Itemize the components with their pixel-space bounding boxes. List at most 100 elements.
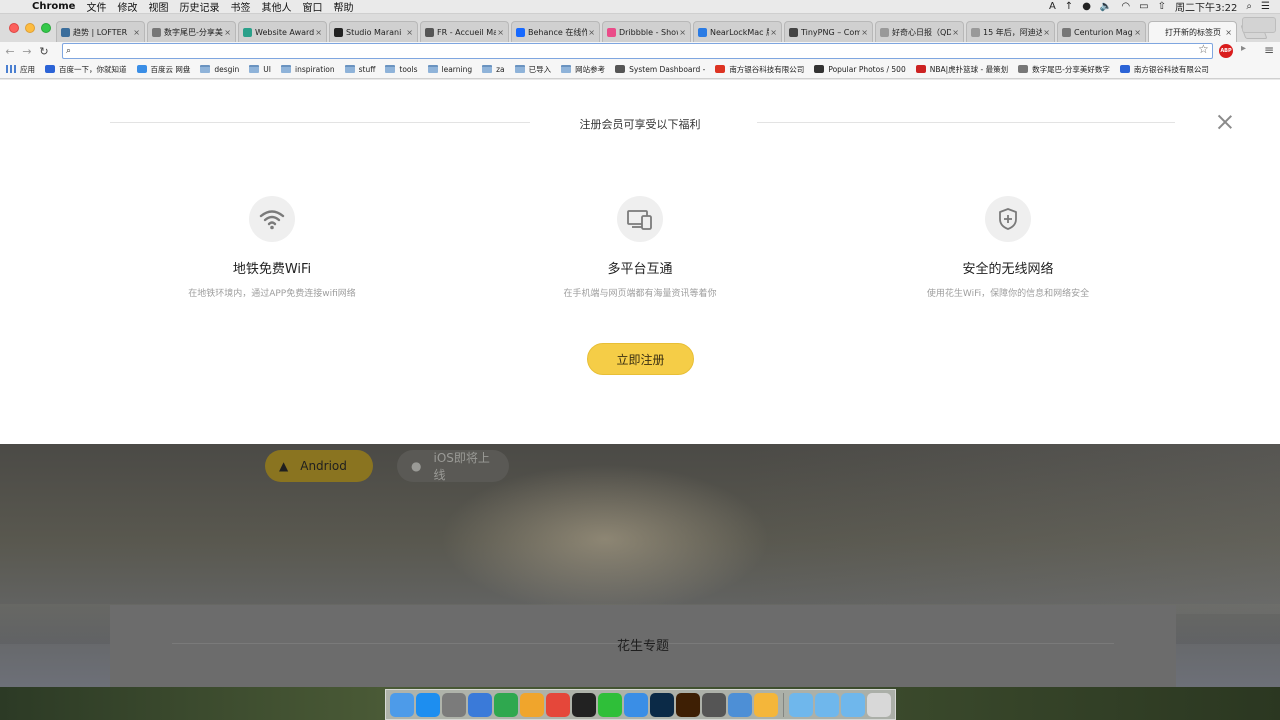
browser-tab[interactable]: 打开新的标签页 × <box>1148 21 1237 42</box>
tab-close-icon[interactable]: × <box>132 28 140 37</box>
minimize-window-button[interactable] <box>25 23 35 33</box>
bookmark-item[interactable]: 数字尾巴-分享美好数字 <box>1018 64 1110 75</box>
fullscreen-window-button[interactable] <box>41 23 51 33</box>
menu-history[interactable]: 历史记录 <box>175 0 226 14</box>
back-icon[interactable]: ← <box>3 45 17 58</box>
bookmark-item[interactable]: NBA|虎扑篮球 - 最策划 <box>915 64 1008 75</box>
downloads-folder-icon[interactable] <box>841 692 865 717</box>
menu-people[interactable]: 其他人 <box>257 0 298 14</box>
bookmark-item[interactable]: 南方银谷科技有限公司 <box>715 64 804 75</box>
tab-close-icon[interactable]: × <box>314 28 322 37</box>
bookmark-star-icon[interactable]: ☆ <box>1198 42 1209 56</box>
bookmark-folder[interactable]: UI <box>249 65 271 74</box>
ios-coming-soon-button[interactable]: ● iOS即将上线 <box>397 450 509 482</box>
forward-icon[interactable]: → <box>20 45 34 58</box>
tab-close-icon[interactable]: × <box>223 28 231 37</box>
tab-close-icon[interactable]: × <box>860 28 868 37</box>
close-window-button[interactable] <box>9 23 19 33</box>
browser-tab[interactable]: 好奇心日报（QD × <box>875 21 964 42</box>
bookmark-folder[interactable]: learning <box>427 65 472 74</box>
menu-edit[interactable]: 修改 <box>113 0 144 14</box>
browser-tab[interactable]: Website Awards × <box>238 21 327 42</box>
tab-close-icon[interactable]: × <box>1133 28 1141 37</box>
bookmark-item[interactable]: 南方银谷科技有限公司 <box>1119 64 1209 75</box>
qq-status-icon[interactable]: ● <box>1082 1 1091 12</box>
bookmark-folder[interactable]: 网站参考 <box>561 64 605 75</box>
menu-bookmarks[interactable]: 书签 <box>226 0 257 14</box>
browser-tab[interactable]: Behance 在线作 × <box>511 21 600 42</box>
chrome-menu-icon[interactable]: ≡ <box>1264 43 1274 57</box>
preview-icon[interactable] <box>728 692 752 717</box>
tab-close-icon[interactable]: × <box>951 28 959 37</box>
trash-icon[interactable] <box>867 692 891 717</box>
weibo-icon[interactable] <box>702 692 726 717</box>
tab-close-icon[interactable]: × <box>405 28 413 37</box>
keynote-icon[interactable] <box>468 692 492 717</box>
extension-icon[interactable]: ▸ <box>1241 43 1246 54</box>
bookmark-folder[interactable]: 已导入 <box>514 64 551 75</box>
bookmark-favicon-icon <box>615 65 626 73</box>
illustrator-icon[interactable] <box>676 692 700 717</box>
android-download-button[interactable]: ▲ Andriod <box>265 450 373 482</box>
tab-close-icon[interactable]: × <box>1224 28 1232 37</box>
menu-app-name[interactable]: Chrome <box>28 1 82 12</box>
notification-center-icon[interactable]: ☰ <box>1261 1 1270 12</box>
clock[interactable]: 周二下午3:22 <box>1175 0 1237 14</box>
menu-window[interactable]: 窗口 <box>298 0 329 14</box>
finder-icon[interactable] <box>390 692 414 717</box>
browser-tab[interactable]: Studio Marani × <box>329 21 418 42</box>
spotlight-icon[interactable]: ⌕ <box>1246 1 1252 12</box>
bookmark-item[interactable]: 应用 <box>6 64 35 75</box>
numbers-icon[interactable] <box>494 692 518 717</box>
bookmark-item[interactable]: System Dashboard - <box>615 65 705 74</box>
tab-close-icon[interactable]: × <box>769 28 777 37</box>
bookmark-item[interactable]: 百度云 网盘 <box>136 64 190 75</box>
bookmark-folder[interactable]: desgin <box>200 65 239 74</box>
bookmark-item[interactable]: 百度一下，你就知道 <box>45 64 127 75</box>
documents-folder-icon[interactable] <box>815 692 839 717</box>
address-bar[interactable]: ⌕ <box>62 43 1213 59</box>
battery-icon[interactable]: ▭ <box>1139 1 1148 12</box>
tab-close-icon[interactable]: × <box>496 28 504 37</box>
system-preferences-icon[interactable] <box>442 692 466 717</box>
app-store-icon[interactable] <box>416 692 440 717</box>
address-input[interactable] <box>74 45 1212 57</box>
browser-tab[interactable]: 15 年后，阿迪达 × <box>966 21 1055 42</box>
browser-tab[interactable]: Dribbble - Show × <box>602 21 691 42</box>
bookmark-folder[interactable]: inspiration <box>280 65 335 74</box>
sketch-icon[interactable] <box>754 692 778 717</box>
wechat-icon[interactable] <box>598 692 622 717</box>
browser-tab[interactable]: Centurion Maga × <box>1057 21 1146 42</box>
browser-tab[interactable]: TinyPNG – Comp× <box>784 21 873 42</box>
bookmark-folder[interactable]: stuff <box>344 65 375 74</box>
menu-help[interactable]: 帮助 <box>329 0 360 14</box>
upload-icon[interactable]: ↑ <box>1065 1 1073 12</box>
volume-icon[interactable]: 🔈 <box>1100 1 1112 12</box>
bookmark-folder[interactable]: tools <box>385 65 418 74</box>
adobe-icon[interactable]: A <box>1049 1 1056 12</box>
pages-icon[interactable] <box>520 692 544 717</box>
bookmark-folder[interactable]: za <box>482 65 505 74</box>
menu-file[interactable]: 文件 <box>82 0 113 14</box>
input-method-icon[interactable]: ⇧ <box>1158 1 1166 12</box>
photoshop-icon[interactable] <box>650 692 674 717</box>
applications-folder-icon[interactable] <box>789 692 813 717</box>
reload-icon[interactable]: ↻ <box>37 45 51 58</box>
qq-icon[interactable] <box>572 692 596 717</box>
register-now-button[interactable]: 立即注册 <box>587 343 694 375</box>
adblock-plus-icon[interactable]: ABP <box>1219 44 1233 58</box>
browser-tab[interactable]: 趋势 | LOFTER（ × <box>56 21 145 42</box>
browser-tab[interactable]: 数字尾巴-分享美 × <box>147 21 236 42</box>
browser-tab[interactable]: NearLockMac 版 × <box>693 21 782 42</box>
browser-tab[interactable]: FR - Accueil Mar × <box>420 21 509 42</box>
profile-button[interactable] <box>1242 17 1276 33</box>
bookmark-item[interactable]: Popular Photos / 500 <box>814 65 906 74</box>
mail-icon[interactable] <box>624 692 648 717</box>
wifi-status-icon[interactable]: ◠ <box>1121 1 1130 12</box>
close-icon[interactable] <box>1217 114 1233 130</box>
chrome-icon[interactable] <box>546 692 570 717</box>
menu-view[interactable]: 视图 <box>144 0 175 14</box>
tab-close-icon[interactable]: × <box>678 28 686 37</box>
tab-close-icon[interactable]: × <box>1042 28 1050 37</box>
tab-close-icon[interactable]: × <box>587 28 595 37</box>
